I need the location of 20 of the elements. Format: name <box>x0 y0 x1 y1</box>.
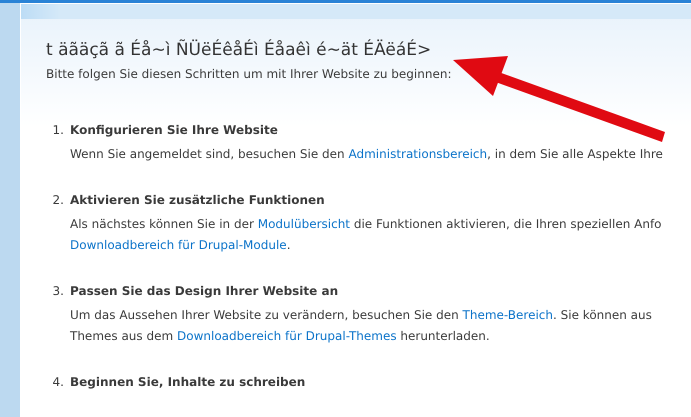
step-text: Um das Aussehen Ihrer Website zu verändern, besuchen Sie den Theme-Bereich. Sie können aus <box>70 307 653 324</box>
step-text: Als nächstes können Sie in der Modulübersicht die Funktionen aktivieren, die Ihren speziellen Anfo <box>70 216 663 233</box>
step-heading: Aktivieren Sie zusätzliche Funktionen <box>70 192 325 208</box>
step-number: 1. <box>52 122 64 138</box>
intro-text: Bitte folgen Sie diesen Schritten um mit Ihrer Website zu beginnen: <box>46 66 452 82</box>
step-number: 4. <box>52 374 64 390</box>
text-link[interactable]: Modulübersicht <box>258 217 350 231</box>
step-number: 2. <box>52 192 64 208</box>
page-title: t äãäçã ã Éå~ì ÑÜëÉêåÉì Éåaêì é~ät ÉÄëáÉ> <box>46 38 432 62</box>
text-link[interactable]: Downloadbereich für Drupal-Themes <box>177 329 397 343</box>
text-link[interactable]: Administrationsbereich <box>348 147 488 161</box>
text-link[interactable]: Downloadbereich für Drupal-Module <box>70 238 287 252</box>
step-number: 3. <box>52 283 64 299</box>
text-link[interactable]: Theme-Bereich <box>462 308 554 322</box>
step-heading: Konfigurieren Sie Ihre Website <box>70 122 278 138</box>
step-heading: Beginnen Sie, Inhalte zu schreiben <box>70 374 306 390</box>
step-text: Downloadbereich für Drupal-Module. <box>70 237 292 254</box>
step-text: Themes aus dem Downloadbereich für Drupal-Themes herunterladen. <box>70 328 491 345</box>
step-heading: Passen Sie das Design Ihrer Website an <box>70 283 338 299</box>
step-text: Wenn Sie angemeldet sind, besuchen Sie den Administrationsbereich, in dem Sie alle Aspekte Ihre <box>70 146 664 163</box>
